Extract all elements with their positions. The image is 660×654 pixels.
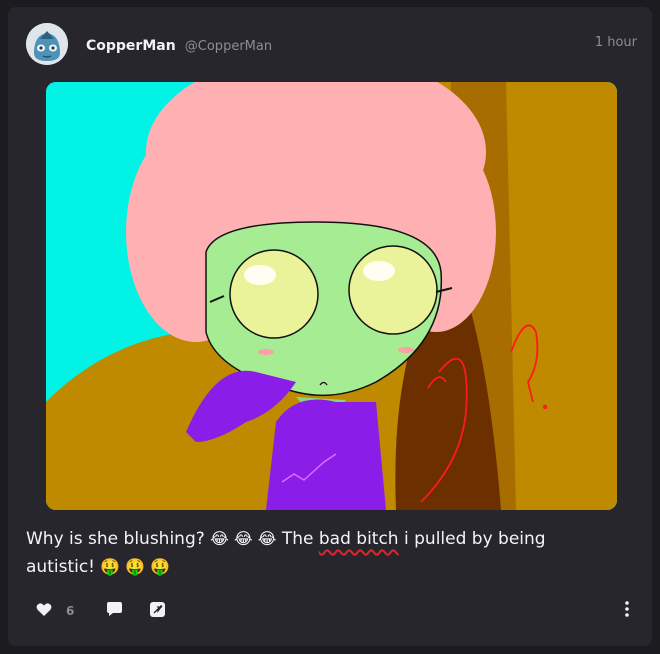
- like-count: 6: [66, 604, 75, 618]
- author-handle[interactable]: @CopperMan: [185, 39, 272, 54]
- money-face-emoji-icon: 🤑 🤑 🤑: [100, 557, 171, 576]
- author-name[interactable]: CopperMan: [86, 38, 176, 54]
- heart-icon: [36, 602, 52, 621]
- post-header: CopperMan @CopperMan 1 hour: [8, 7, 652, 82]
- underlined-text: bad bitch: [318, 529, 399, 549]
- share-icon: [149, 601, 166, 622]
- post-actions: 6: [8, 599, 652, 623]
- post-card: CopperMan @CopperMan 1 hour Why is she b…: [8, 7, 652, 646]
- post-timestamp[interactable]: 1 hour: [595, 35, 637, 50]
- share-button[interactable]: [149, 599, 166, 623]
- avatar[interactable]: [26, 23, 68, 65]
- author-info: CopperMan @CopperMan: [86, 35, 272, 54]
- reply-button[interactable]: [106, 599, 123, 623]
- more-options-button[interactable]: [624, 599, 630, 623]
- post-text-part2: The: [281, 529, 314, 549]
- more-vertical-icon: [624, 600, 630, 622]
- like-button[interactable]: 6: [36, 599, 74, 623]
- post-text-part1: Why is she blushing?: [26, 529, 205, 549]
- post-text: Why is she blushing? 😂 😂 😂 The bad bitch…: [26, 525, 586, 581]
- speech-bubble-icon: [106, 601, 123, 621]
- post-image[interactable]: [46, 82, 617, 510]
- laughing-emoji-icon: 😂 😂 😂: [210, 529, 277, 548]
